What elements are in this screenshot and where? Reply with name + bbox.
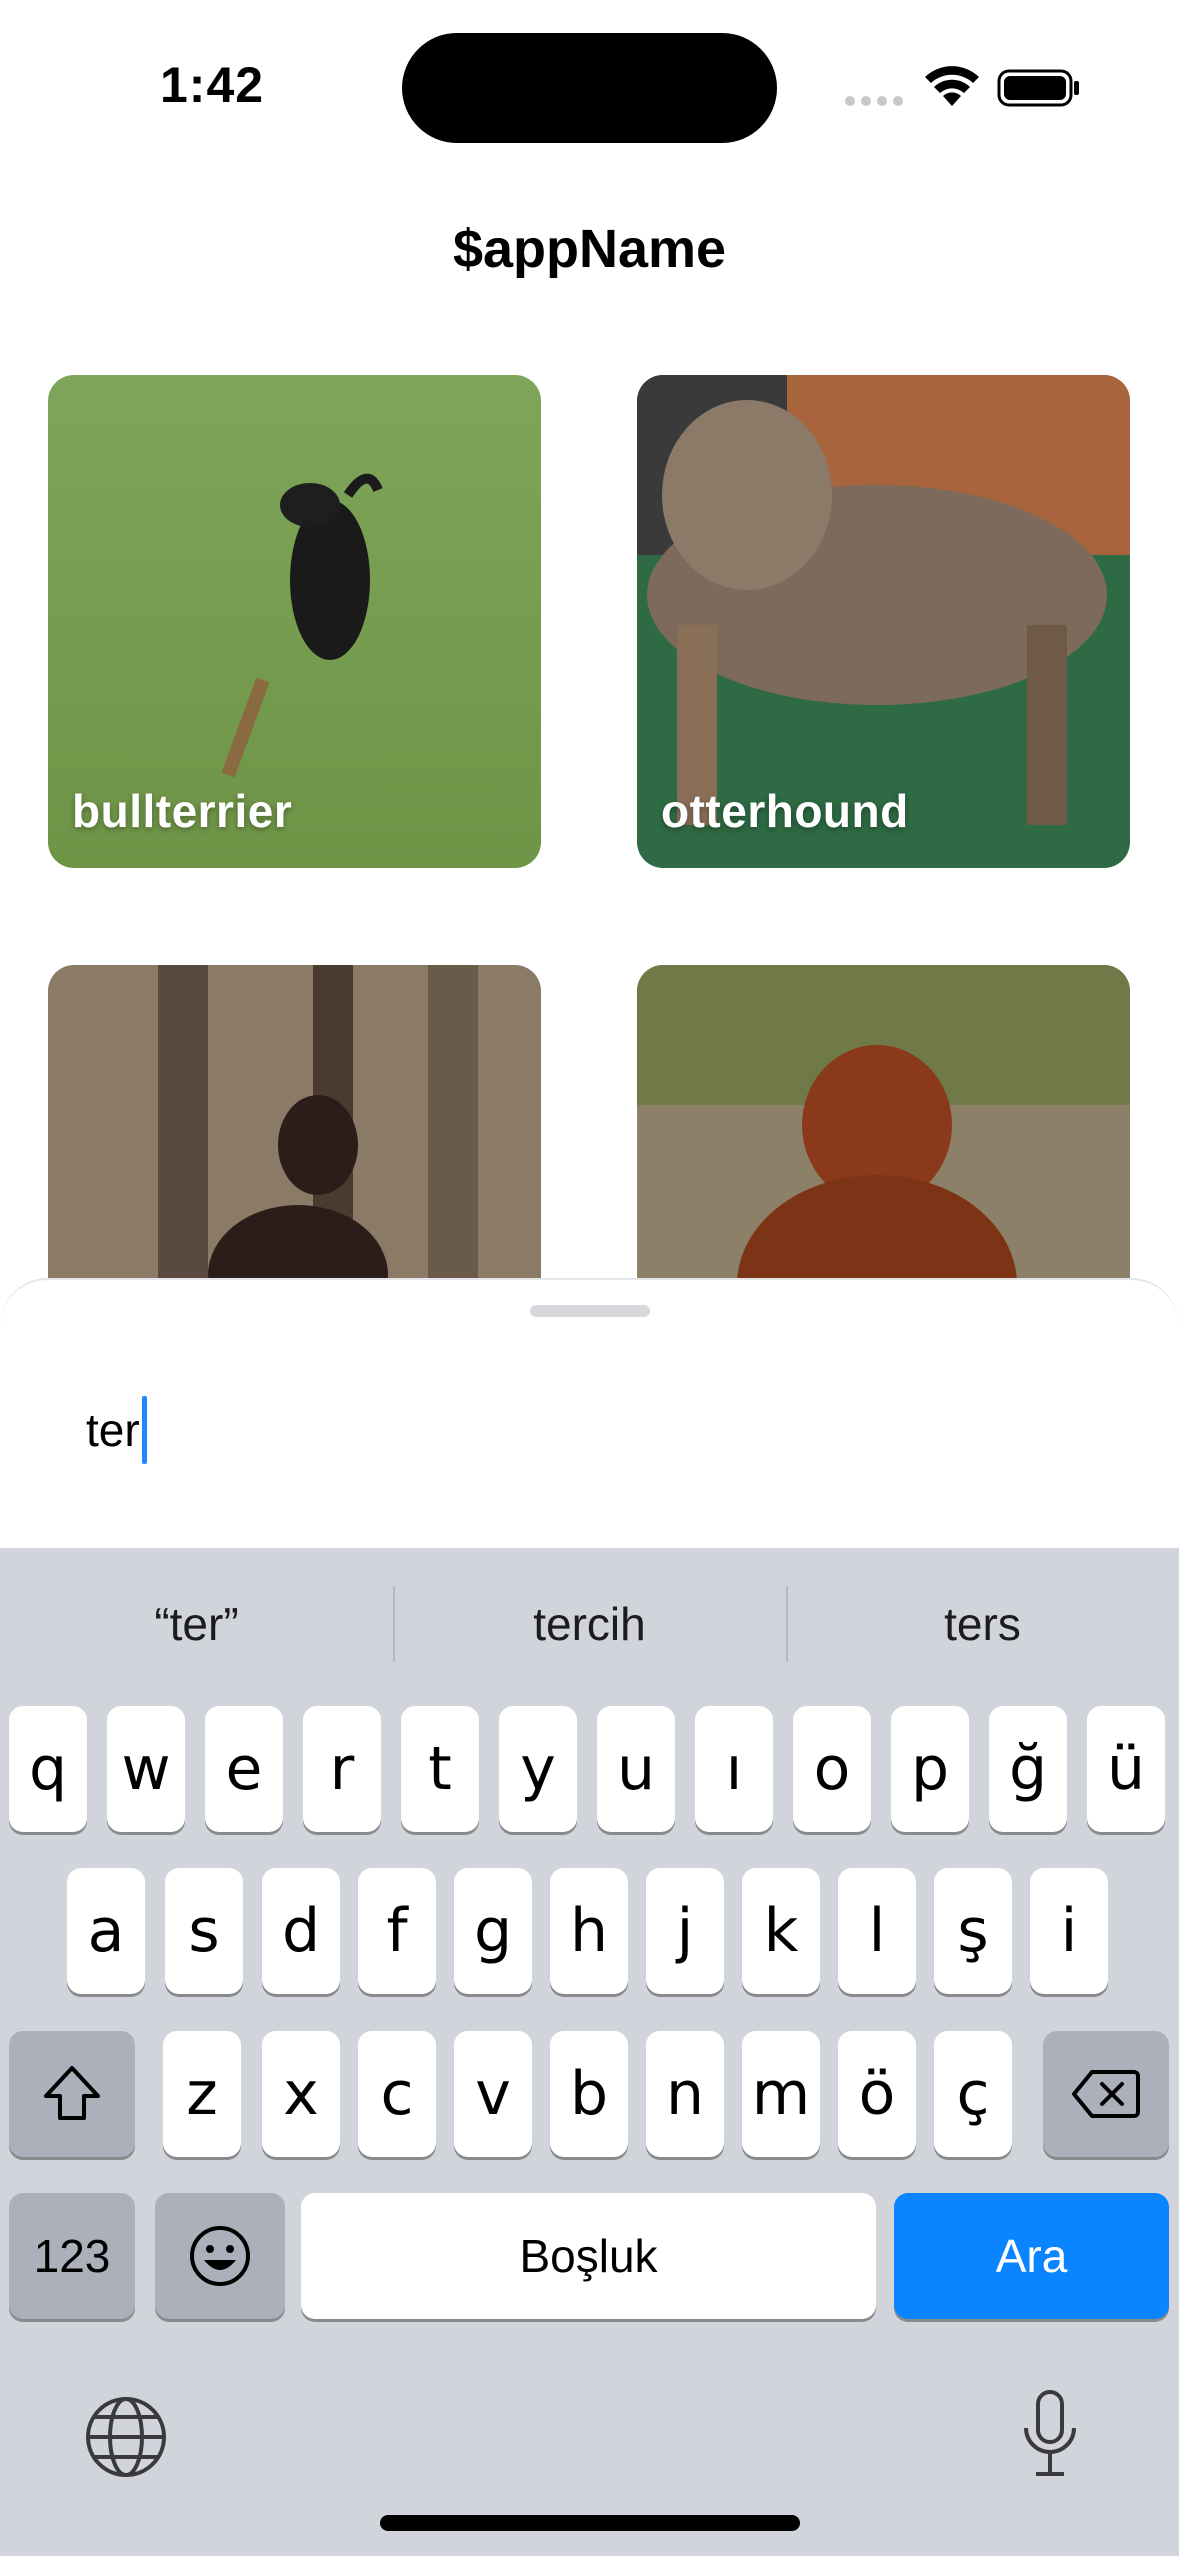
key-o[interactable]: o — [793, 1706, 871, 1832]
emoji-key[interactable] — [155, 2193, 285, 2319]
card-label: bullterrier — [72, 785, 293, 837]
microphone-icon[interactable] — [1020, 2388, 1080, 2480]
shift-key[interactable] — [9, 2031, 135, 2157]
key-s-cedilla[interactable]: ş — [934, 1868, 1012, 1994]
shift-icon — [44, 2066, 100, 2120]
text-cursor — [141, 1396, 147, 1464]
backspace-icon — [1072, 2070, 1140, 2118]
cellular-signal-icon — [845, 96, 905, 108]
search-input[interactable]: ter — [86, 1395, 147, 1465]
key-x[interactable]: x — [262, 2031, 340, 2157]
key-m[interactable]: m — [742, 2031, 820, 2157]
delete-key[interactable] — [1043, 2031, 1169, 2157]
key-r[interactable]: r — [303, 1706, 381, 1832]
globe-icon[interactable] — [84, 2395, 168, 2479]
status-time: 1:42 — [160, 57, 265, 113]
key-i[interactable]: i — [1030, 1868, 1108, 1994]
battery-icon — [997, 69, 1079, 107]
key-t[interactable]: t — [401, 1706, 479, 1832]
dynamic-island — [402, 33, 777, 143]
page-title: $appName — [452, 219, 727, 279]
key-v[interactable]: v — [454, 2031, 532, 2157]
suggestion-bar: “ter” tercih ters — [0, 1548, 1179, 1700]
space-key[interactable]: Boşluk — [301, 2193, 876, 2319]
key-g-breve[interactable]: ğ — [989, 1706, 1067, 1832]
key-y[interactable]: y — [499, 1706, 577, 1832]
home-indicator[interactable] — [380, 2515, 800, 2531]
key-k[interactable]: k — [742, 1868, 820, 1994]
key-o-umlaut[interactable]: ö — [838, 2031, 916, 2157]
key-d[interactable]: d — [262, 1868, 340, 1994]
suggestion-item[interactable]: ters — [786, 1548, 1179, 1700]
suggestion-item[interactable]: “ter” — [0, 1548, 393, 1700]
wifi-icon — [925, 66, 979, 106]
key-n[interactable]: n — [646, 2031, 724, 2157]
sheet-grabber[interactable] — [530, 1305, 650, 1317]
key-w[interactable]: w — [107, 1706, 185, 1832]
key-a[interactable]: a — [67, 1868, 145, 1994]
key-u-umlaut[interactable]: ü — [1087, 1706, 1165, 1832]
numbers-key[interactable]: 123 — [9, 2193, 135, 2319]
search-input-value: ter — [86, 1404, 140, 1456]
key-l[interactable]: l — [838, 1868, 916, 1994]
key-c[interactable]: c — [358, 2031, 436, 2157]
key-u[interactable]: u — [597, 1706, 675, 1832]
key-p[interactable]: p — [891, 1706, 969, 1832]
breed-card-otterhound[interactable]: otterhound — [637, 375, 1130, 868]
card-label: otterhound — [661, 785, 909, 837]
key-g[interactable]: g — [454, 1868, 532, 1994]
key-q[interactable]: q — [9, 1706, 87, 1832]
key-j[interactable]: j — [646, 1868, 724, 1994]
key-h[interactable]: h — [550, 1868, 628, 1994]
suggestion-item[interactable]: tercih — [393, 1548, 786, 1700]
search-return-key[interactable]: Ara — [894, 2193, 1169, 2319]
key-e[interactable]: e — [205, 1706, 283, 1832]
key-s[interactable]: s — [165, 1868, 243, 1994]
key-c-cedilla[interactable]: ç — [934, 2031, 1012, 2157]
key-f[interactable]: f — [358, 1868, 436, 1994]
key-b[interactable]: b — [550, 2031, 628, 2157]
key-z[interactable]: z — [163, 2031, 241, 2157]
emoji-icon — [190, 2226, 250, 2286]
breed-card-bullterrier[interactable]: bullterrier — [48, 375, 541, 868]
key-dotless-i[interactable]: ı — [695, 1706, 773, 1832]
